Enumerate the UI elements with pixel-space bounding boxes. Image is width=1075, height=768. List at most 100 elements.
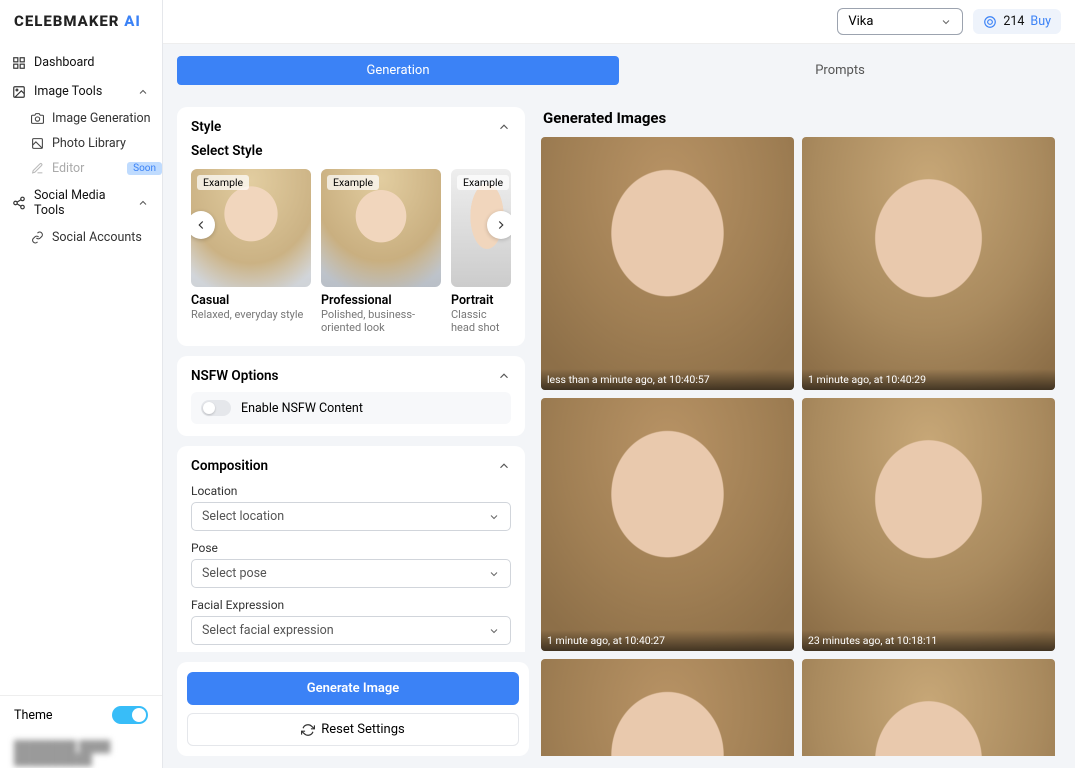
share-icon (12, 196, 26, 210)
nav-social-tools-label: Social Media Tools (34, 188, 128, 218)
pose-label: Pose (191, 541, 511, 555)
style-header[interactable]: Style (191, 119, 511, 135)
style-item-portrait[interactable]: Example Portrait Classic head shot (451, 169, 511, 334)
chevron-down-icon (940, 16, 952, 28)
chevron-up-icon (497, 369, 511, 383)
nsfw-header[interactable]: NSFW Options (191, 368, 511, 384)
style-item-casual[interactable]: Example Casual Relaxed, everyday style (191, 169, 311, 334)
generated-image[interactable]: 23 minutes ago, at 10:18:11 (802, 398, 1055, 651)
style-desc: Relaxed, everyday style (191, 308, 311, 321)
coin-icon (983, 15, 997, 29)
nav-editor-label: Editor (52, 161, 84, 176)
image-timestamp: 23 minutes ago, at 10:18:11 (802, 630, 1055, 651)
pose-placeholder: Select pose (202, 566, 267, 581)
chevron-up-icon (497, 120, 511, 134)
nsfw-toggle-row[interactable]: Enable NSFW Content (191, 392, 511, 424)
chevron-down-icon (488, 568, 500, 580)
nav-dashboard-label: Dashboard (34, 55, 94, 70)
nav-dashboard[interactable]: Dashboard (0, 48, 162, 77)
nav-image-tools-label: Image Tools (34, 84, 102, 99)
generated-image[interactable]: less than a minute ago, at 10:40:57 (541, 137, 794, 390)
nav-photo-library[interactable]: Photo Library (0, 131, 162, 156)
composition-card: Composition Location Select location Pos… (177, 446, 525, 652)
gallery-grid: less than a minute ago, at 10:40:57 1 mi… (541, 137, 1055, 756)
facial-select[interactable]: Select facial expression (191, 616, 511, 645)
location-select[interactable]: Select location (191, 502, 511, 531)
generate-button[interactable]: Generate Image (187, 672, 519, 705)
style-name: Portrait (451, 293, 511, 308)
camera-icon (30, 112, 44, 126)
config-column: Style Select Style Example Casual Rel (177, 107, 529, 756)
chevron-up-icon (136, 196, 150, 210)
example-tag: Example (197, 175, 249, 190)
facial-placeholder: Select facial expression (202, 623, 334, 638)
style-desc: Classic head shot (451, 308, 511, 334)
reset-button[interactable]: Reset Settings (187, 713, 519, 746)
action-bar: Generate Image Reset Settings (177, 662, 529, 756)
nav-social-tools[interactable]: Social Media Tools (0, 181, 162, 225)
credits-pill[interactable]: 214 Buy (973, 9, 1061, 34)
example-tag: Example (457, 175, 509, 190)
image-timestamp: 1 minute ago, at 10:40:27 (541, 630, 794, 651)
example-tag: Example (327, 175, 379, 190)
style-card: Style Select Style Example Casual Rel (177, 107, 525, 346)
nav-social-accounts[interactable]: Social Accounts (0, 225, 162, 250)
logo-text-a: CELEBMAKER (14, 12, 120, 30)
link-icon (30, 231, 44, 245)
persona-select[interactable]: Vika (837, 8, 963, 35)
image-timestamp: 1 minute ago, at 10:40:29 (802, 369, 1055, 390)
nsfw-label: Enable NSFW Content (241, 401, 363, 416)
tab-prompts[interactable]: Prompts (619, 56, 1061, 85)
soon-badge: Soon (127, 162, 162, 175)
nav-image-generation[interactable]: Image Generation (0, 106, 162, 131)
composition-header[interactable]: Composition (191, 458, 511, 474)
edit-icon (30, 162, 44, 176)
library-icon (30, 137, 44, 151)
tab-bar: Generation Prompts (177, 56, 1061, 85)
chevron-down-icon (488, 511, 500, 523)
style-title: Style (191, 119, 221, 135)
style-name: Professional (321, 293, 441, 308)
generated-image[interactable]: 1 minute ago, at 10:40:27 (541, 398, 794, 651)
chevron-up-icon (136, 85, 150, 99)
location-placeholder: Select location (202, 509, 284, 524)
nsfw-title: NSFW Options (191, 368, 279, 384)
style-item-professional[interactable]: Example Professional Polished, business-… (321, 169, 441, 334)
gallery-column: Generated Images less than a minute ago,… (541, 107, 1061, 756)
location-label: Location (191, 484, 511, 498)
chevron-down-icon (488, 625, 500, 637)
style-carousel: Example Casual Relaxed, everyday style E… (191, 169, 511, 334)
select-style-label: Select Style (191, 143, 511, 159)
generated-image[interactable] (802, 659, 1055, 756)
nav-photo-library-label: Photo Library (52, 136, 126, 151)
carousel-next[interactable] (487, 211, 511, 239)
generated-image[interactable] (541, 659, 794, 756)
buy-link[interactable]: Buy (1030, 14, 1051, 29)
image-timestamp: less than a minute ago, at 10:40:57 (541, 369, 794, 390)
image-icon (12, 85, 26, 99)
theme-toggle[interactable] (112, 706, 148, 724)
topbar: Vika 214 Buy (163, 0, 1075, 44)
reset-label: Reset Settings (321, 722, 404, 737)
facial-label: Facial Expression (191, 598, 511, 612)
logo-text-b: AI (120, 12, 141, 30)
nsfw-toggle[interactable] (201, 400, 231, 416)
nav-editor: Editor Soon (0, 156, 162, 181)
main-area: Vika 214 Buy Generation Prompts Styl (163, 0, 1075, 768)
composition-title: Composition (191, 458, 268, 474)
chevron-up-icon (497, 459, 511, 473)
theme-label: Theme (14, 708, 53, 723)
credits-count: 214 (1003, 14, 1024, 29)
pose-select[interactable]: Select pose (191, 559, 511, 588)
tab-generation[interactable]: Generation (177, 56, 619, 85)
generated-image[interactable]: 1 minute ago, at 10:40:29 (802, 137, 1055, 390)
nav-image-generation-label: Image Generation (52, 111, 151, 126)
nsfw-card: NSFW Options Enable NSFW Content (177, 356, 525, 436)
persona-value: Vika (848, 14, 873, 29)
style-name: Casual (191, 293, 311, 308)
theme-row: Theme (14, 706, 148, 724)
style-desc: Polished, business-oriented look (321, 308, 441, 334)
dashboard-icon (12, 56, 26, 70)
app-logo: CELEBMAKER AI (0, 0, 162, 42)
nav-image-tools[interactable]: Image Tools (0, 77, 162, 106)
